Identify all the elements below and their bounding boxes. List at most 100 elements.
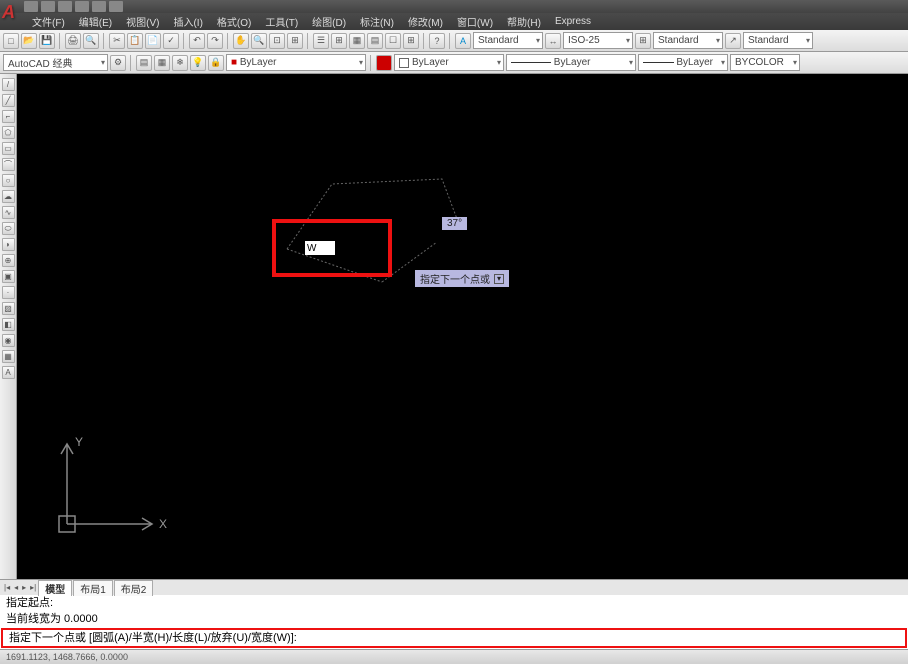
help-button[interactable]: ? <box>429 33 445 49</box>
tab-model[interactable]: 模型 <box>38 580 72 596</box>
menu-file[interactable]: 文件(F) <box>26 14 71 29</box>
table-style-dropdown[interactable]: Standard <box>653 32 723 49</box>
menu-draw[interactable]: 绘图(D) <box>306 14 352 29</box>
qat-redo-icon[interactable] <box>109 1 123 12</box>
design-center-button[interactable]: ⊞ <box>331 33 347 49</box>
new-button[interactable]: □ <box>3 33 19 49</box>
sheet-set-button[interactable]: ▤ <box>367 33 383 49</box>
cut-button[interactable]: ✂ <box>109 33 125 49</box>
preview-button[interactable]: 🔍 <box>83 33 99 49</box>
tab-layout1[interactable]: 布局1 <box>73 580 113 596</box>
point-tool[interactable]: · <box>2 286 15 299</box>
menu-dimension[interactable]: 标注(N) <box>354 14 400 29</box>
layer-off-icon[interactable]: 💡 <box>190 55 206 71</box>
gradient-tool[interactable]: ◧ <box>2 318 15 331</box>
qat-open-icon[interactable] <box>41 1 55 12</box>
plot-button[interactable]: 🖨 <box>65 33 81 49</box>
menu-tools[interactable]: 工具(T) <box>259 14 304 29</box>
dim-style-dropdown[interactable]: ISO-25 <box>563 32 633 49</box>
ellipse-arc-tool[interactable]: ◗ <box>2 238 15 251</box>
standard-toolbar: □ 📂 💾 🖨 🔍 ✂ 📋 📄 ✓ ↶ ↷ ✋ 🔍 ⊡ ⊞ ☰ ⊞ ▦ ▤ ☐ … <box>0 30 908 52</box>
tablestyle-icon[interactable]: ⊞ <box>635 33 651 49</box>
open-button[interactable]: 📂 <box>21 33 37 49</box>
layer-icon[interactable]: ▤ <box>136 55 152 71</box>
mtext-tool[interactable]: A <box>2 366 15 379</box>
lineweight-dropdown[interactable]: ByLayer <box>638 54 728 71</box>
qat-new-icon[interactable] <box>24 1 38 12</box>
layer-states-icon[interactable]: ▦ <box>154 55 170 71</box>
tab-next-icon[interactable]: ▸ <box>20 583 28 592</box>
ellipse-tool[interactable]: ⬭ <box>2 222 15 235</box>
text-style-dropdown[interactable]: Standard <box>473 32 543 49</box>
revcloud-tool[interactable]: ☁ <box>2 190 15 203</box>
dynamic-input[interactable]: W <box>305 241 335 255</box>
redo-button[interactable]: ↷ <box>207 33 223 49</box>
match-button[interactable]: ✓ <box>163 33 179 49</box>
insert-tool[interactable]: ⊕ <box>2 254 15 267</box>
tab-layout2[interactable]: 布局2 <box>114 580 154 596</box>
menu-window[interactable]: 窗口(W) <box>451 14 499 29</box>
circle-tool[interactable]: ○ <box>2 174 15 187</box>
spline-tool[interactable]: ∿ <box>2 206 15 219</box>
menu-format[interactable]: 格式(O) <box>211 14 257 29</box>
color-dropdown[interactable]: ByLayer <box>394 54 504 71</box>
polygon-tool[interactable]: ⬠ <box>2 126 15 139</box>
plotstyle-dropdown[interactable]: BYCOLOR <box>730 54 800 71</box>
pan-button[interactable]: ✋ <box>233 33 249 49</box>
separator <box>423 33 425 49</box>
workspace-dropdown[interactable]: AutoCAD 经典 <box>3 54 108 71</box>
zoom-window-button[interactable]: ⊡ <box>269 33 285 49</box>
zoom-button[interactable]: 🔍 <box>251 33 267 49</box>
copy-button[interactable]: 📋 <box>127 33 143 49</box>
properties-button[interactable]: ☰ <box>313 33 329 49</box>
block-tool[interactable]: ▣ <box>2 270 15 283</box>
layer-lock-icon[interactable]: 🔒 <box>208 55 224 71</box>
menu-express[interactable]: Express <box>549 16 597 27</box>
tool-palette-button[interactable]: ▦ <box>349 33 365 49</box>
layer-dropdown[interactable]: ■ ByLayer <box>226 54 366 71</box>
coordinates-readout: 1691.1123, 1468.7666, 0.0000 <box>6 652 128 662</box>
layer-freeze-icon[interactable]: ❄ <box>172 55 188 71</box>
menu-insert[interactable]: 插入(I) <box>167 14 208 29</box>
menu-help[interactable]: 帮助(H) <box>501 14 547 29</box>
command-prompt[interactable]: 指定下一个点或 [圆弧(A)/半宽(H)/长度(L)/放弃(U)/宽度(W)]: <box>1 628 907 648</box>
dimstyle-icon[interactable]: ↔ <box>545 33 561 49</box>
command-window[interactable]: 指定起点: 当前线宽为 0.0000 指定下一个点或 [圆弧(A)/半宽(H)/… <box>0 595 908 648</box>
color-icon[interactable] <box>376 55 392 71</box>
tab-last-icon[interactable]: ▸| <box>28 583 38 592</box>
calc-button[interactable]: ⊞ <box>403 33 419 49</box>
properties-toolbar: AutoCAD 经典 ⚙ ▤ ▦ ❄ 💡 🔒 ■ ByLayer ByLayer… <box>0 52 908 74</box>
table-tool[interactable]: ▦ <box>2 350 15 363</box>
separator <box>307 33 309 49</box>
separator <box>103 33 105 49</box>
hatch-tool[interactable]: ▨ <box>2 302 15 315</box>
save-button[interactable]: 💾 <box>39 33 55 49</box>
main-area: / ╱ ⌐ ⬠ ▭ ⌒ ○ ☁ ∿ ⬭ ◗ ⊕ ▣ · ▨ ◧ ◉ ▦ A W … <box>0 74 908 579</box>
qat-undo-icon[interactable] <box>92 1 106 12</box>
menu-edit[interactable]: 编辑(E) <box>73 14 118 29</box>
tab-first-icon[interactable]: |◂ <box>2 583 12 592</box>
mleader-style-dropdown[interactable]: Standard <box>743 32 813 49</box>
zoom-prev-button[interactable]: ⊞ <box>287 33 303 49</box>
region-tool[interactable]: ◉ <box>2 334 15 347</box>
xline-tool[interactable]: ╱ <box>2 94 15 107</box>
down-arrow-icon[interactable]: ▾ <box>494 274 504 284</box>
arc-tool[interactable]: ⌒ <box>2 158 15 171</box>
tab-prev-icon[interactable]: ◂ <box>12 583 20 592</box>
line-tool[interactable]: / <box>2 78 15 91</box>
undo-button[interactable]: ↶ <box>189 33 205 49</box>
qat-save-icon[interactable] <box>58 1 72 12</box>
markup-button[interactable]: ☐ <box>385 33 401 49</box>
linetype-dropdown[interactable]: ByLayer <box>506 54 636 71</box>
workspace-settings-icon[interactable]: ⚙ <box>110 55 126 71</box>
qat-print-icon[interactable] <box>75 1 89 12</box>
drawing-canvas[interactable]: W 37° 指定下一个点或 ▾ Y X <box>17 74 908 579</box>
rectangle-tool[interactable]: ▭ <box>2 142 15 155</box>
pline-tool[interactable]: ⌐ <box>2 110 15 123</box>
menu-modify[interactable]: 修改(M) <box>402 14 449 29</box>
textstyle-icon[interactable]: A <box>455 33 471 49</box>
layer-value: ByLayer <box>240 57 277 68</box>
paste-button[interactable]: 📄 <box>145 33 161 49</box>
menu-view[interactable]: 视图(V) <box>120 14 165 29</box>
mleaderstyle-icon[interactable]: ↗ <box>725 33 741 49</box>
